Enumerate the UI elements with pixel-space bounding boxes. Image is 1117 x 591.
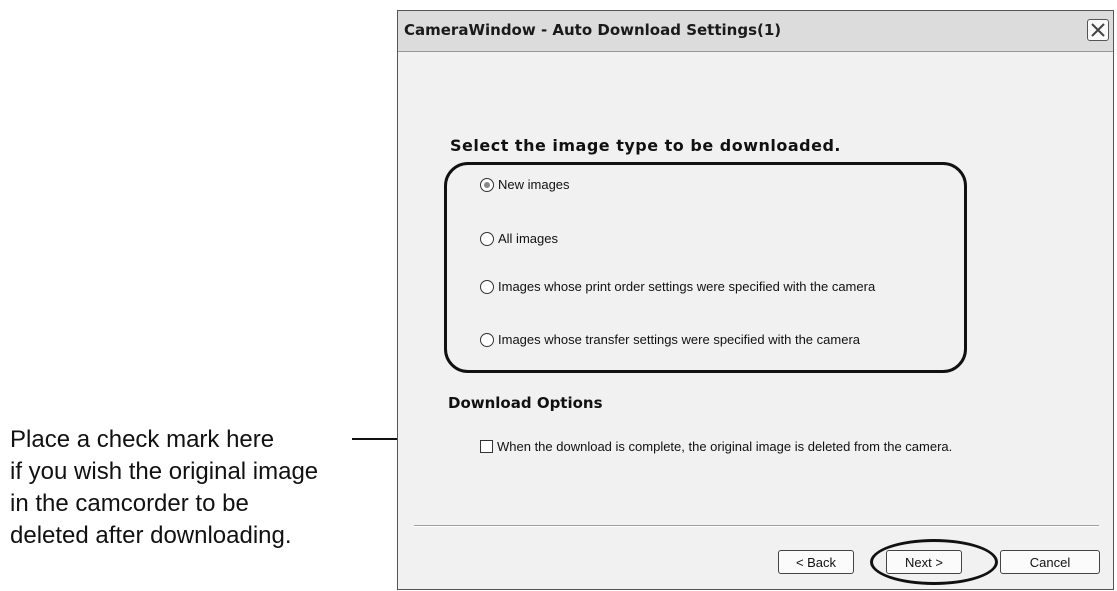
back-button[interactable]: < Back	[778, 550, 854, 574]
radio-button[interactable]	[480, 332, 494, 347]
callout-line-2: if you wish the original image	[10, 458, 319, 485]
delete-after-download-checkbox[interactable]	[480, 440, 493, 453]
callout-line-4: deleted after downloading.	[10, 522, 292, 549]
radio-label: Images whose transfer settings were spec…	[498, 332, 861, 347]
radio-label: New images	[498, 177, 570, 192]
radio-label: All images	[498, 231, 558, 246]
callout-line-1: Place a check mark here	[10, 426, 275, 453]
radio-all-images[interactable]: All images	[480, 231, 558, 246]
radio-transfer-images[interactable]: Images whose transfer settings were spec…	[480, 332, 860, 347]
radio-button-selected[interactable]	[480, 177, 494, 192]
radio-button[interactable]	[480, 231, 494, 246]
radio-label: Images whose print order settings were s…	[498, 279, 876, 294]
window-title: CameraWindow - Auto Download Settings(1)	[404, 21, 782, 39]
radio-new-images[interactable]: New images	[480, 177, 570, 192]
callout-line-3: in the camcorder to be	[10, 490, 249, 517]
next-button[interactable]: Next >	[886, 550, 962, 574]
download-options-heading: Download Options	[448, 394, 603, 412]
close-icon	[1091, 23, 1105, 37]
stage: Place a check mark here if you wish the …	[0, 0, 1117, 591]
radio-print-order-images[interactable]: Images whose print order settings were s…	[480, 279, 875, 294]
cancel-button[interactable]: Cancel	[1000, 550, 1100, 574]
radio-button[interactable]	[480, 279, 494, 294]
close-button[interactable]	[1087, 19, 1109, 41]
title-bar[interactable]: CameraWindow - Auto Download Settings(1)	[398, 11, 1113, 52]
button-separator	[414, 525, 1099, 527]
auto-download-settings-dialog: CameraWindow - Auto Download Settings(1)…	[397, 10, 1114, 590]
delete-after-download-option[interactable]: When the download is complete, the origi…	[480, 439, 952, 454]
image-type-heading: Select the image type to be downloaded.	[450, 136, 841, 155]
callout-text: Place a check mark here if you wish the …	[10, 424, 390, 552]
delete-after-download-label: When the download is complete, the origi…	[497, 439, 953, 454]
